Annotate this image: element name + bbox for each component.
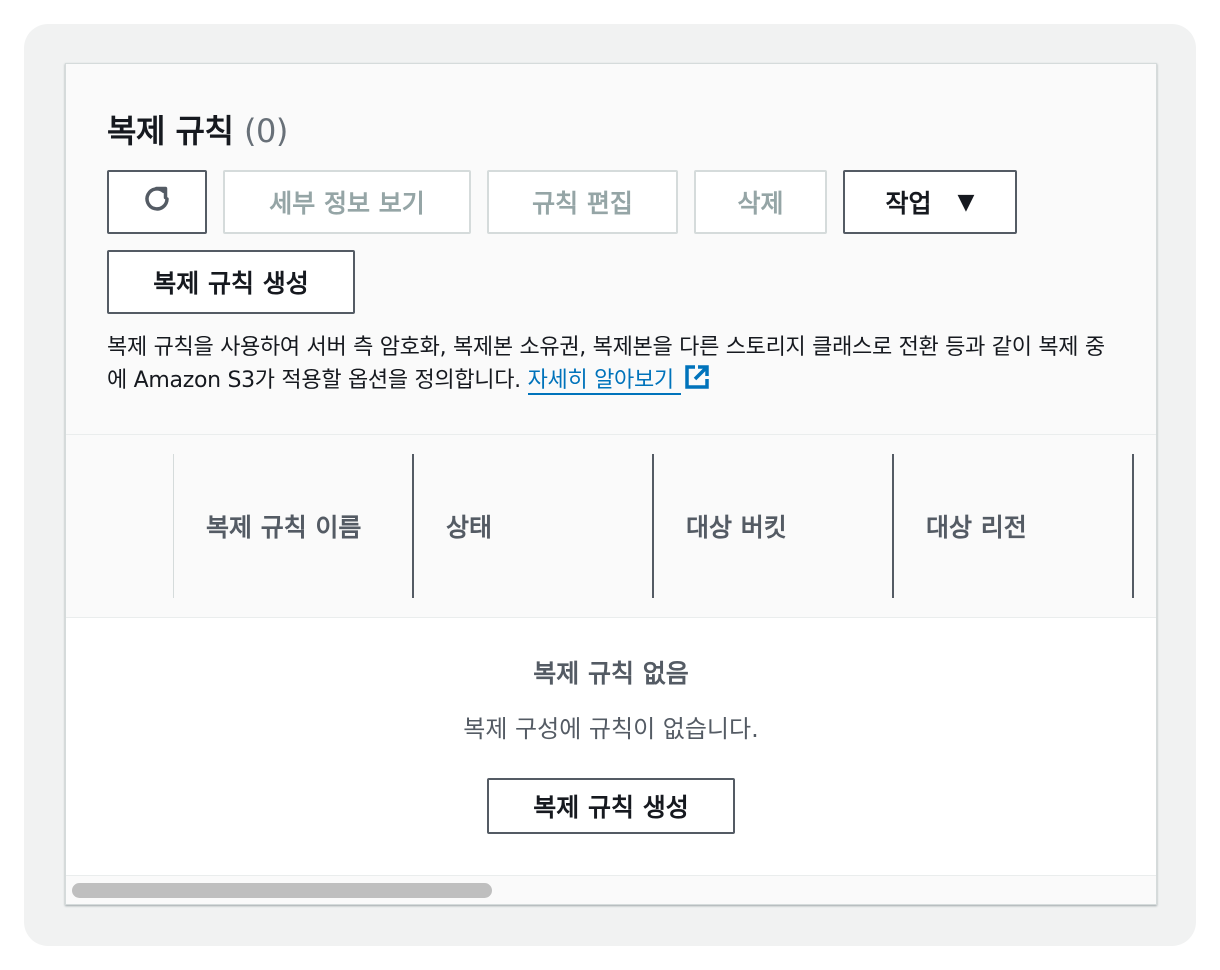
column-header-rule-name[interactable]: 복제 규칙 이름: [206, 454, 361, 598]
page-title: 복제 규칙 (0): [107, 106, 288, 152]
column-resizer[interactable]: [1132, 454, 1134, 598]
scrollbar-thumb[interactable]: [72, 883, 492, 898]
view-details-button[interactable]: 세부 정보 보기: [223, 170, 471, 234]
column-resizer[interactable]: [892, 454, 894, 598]
table-header: 복제 규칙 이름 상태 대상 버킷 대상 리전: [66, 435, 1156, 618]
replication-rules-panel: 복제 규칙 (0) 세부 정보 보기 규칙 편집 삭제 작업 ▼ 복제 규칙 생…: [65, 63, 1157, 905]
empty-state-message: 복제 구성에 규칙이 없습니다.: [463, 715, 759, 743]
caret-down-icon: ▼: [957, 189, 975, 215]
horizontal-scrollbar[interactable]: [66, 875, 1156, 904]
column-header-destination-bucket[interactable]: 대상 버킷: [686, 454, 787, 598]
panel-header: 복제 규칙 (0) 세부 정보 보기 규칙 편집 삭제 작업 ▼ 복제 규칙 생…: [66, 64, 1156, 435]
column-header-destination-region[interactable]: 대상 리전: [926, 454, 1027, 598]
refresh-icon: [140, 182, 174, 222]
edit-rule-button[interactable]: 규칙 편집: [487, 170, 678, 234]
column-resizer[interactable]: [652, 454, 654, 598]
actions-dropdown[interactable]: 작업 ▼: [843, 170, 1017, 234]
actions-label: 작업: [885, 189, 932, 218]
description: 복제 규칙을 사용하여 서버 측 암호화, 복제본 소유권, 복제본을 다른 스…: [107, 332, 1117, 400]
refresh-button[interactable]: [107, 170, 207, 234]
empty-state-title: 복제 규칙 없음: [533, 659, 689, 688]
learn-more-link[interactable]: 자세히 알아보기: [527, 368, 681, 395]
external-link-icon[interactable]: [683, 363, 711, 400]
column-header-status[interactable]: 상태: [446, 454, 492, 598]
column-divider: [173, 454, 174, 598]
title-text: 복제 규칙: [107, 112, 234, 150]
learn-more-label: 자세히 알아보기: [527, 368, 675, 393]
create-rule-button[interactable]: 복제 규칙 생성: [107, 250, 355, 314]
column-resizer[interactable]: [412, 454, 414, 598]
empty-state-create-rule-button[interactable]: 복제 규칙 생성: [487, 778, 735, 834]
delete-button[interactable]: 삭제: [694, 170, 827, 234]
rule-count: (0): [244, 112, 288, 150]
